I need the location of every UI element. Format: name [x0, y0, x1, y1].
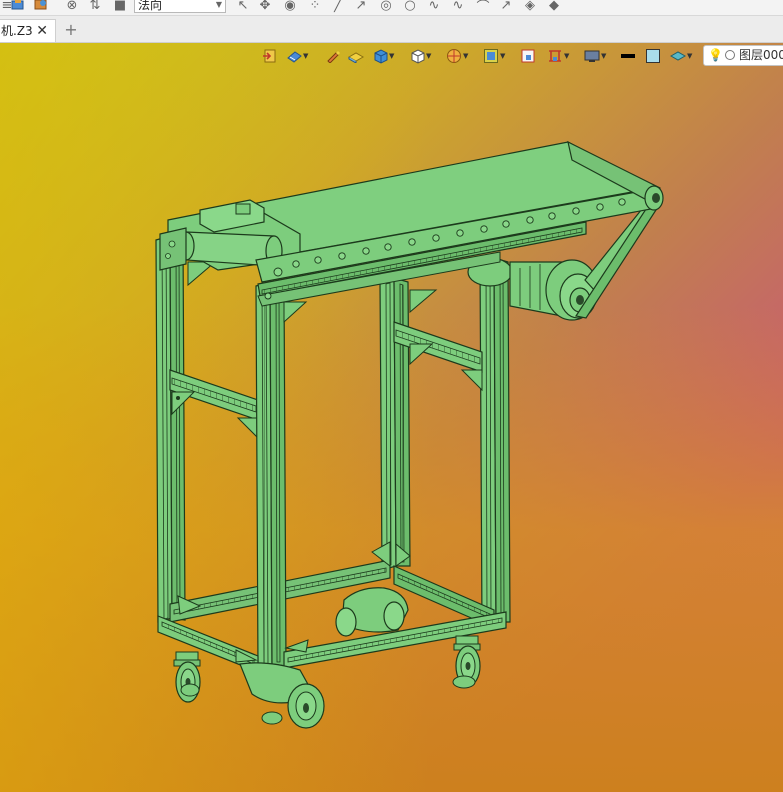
plane-icon[interactable]: ◈ [523, 0, 537, 13]
view-orient-icon[interactable]: ▼ [286, 48, 308, 64]
play-icon[interactable]: ◉ [283, 0, 297, 13]
points-icon[interactable]: ⁘ [308, 0, 322, 13]
surface-icon[interactable]: ◆ [547, 0, 561, 13]
add-tab-button[interactable]: + [63, 19, 79, 41]
curve-icon[interactable]: ∿ [427, 0, 441, 13]
layer-prefix: 图层 [739, 48, 764, 62]
conveyor-model[interactable] [0, 43, 783, 792]
app-window: ≡ ⊗ ⇅ ■ 法向 ▼ ↖ ✥ ◉ ⁘ ╱ ↗ ◎ ○ ∿ ∿ ⌒ ↗ ◈ ◆… [0, 0, 783, 792]
chevron-down-icon: ▼ [215, 0, 222, 9]
solid-cube-icon[interactable]: ▼ [372, 48, 394, 64]
view-direction-value: 法向 [138, 0, 163, 12]
stop-icon[interactable]: ■ [113, 0, 127, 13]
layer-lock-icon[interactable] [725, 50, 735, 60]
ribbon-icon[interactable] [34, 0, 48, 12]
fill-color-icon[interactable] [645, 48, 661, 64]
view-direction-combo[interactable]: 法向 ▼ [134, 0, 226, 13]
line-color-icon[interactable] [620, 48, 636, 64]
leg-front-left [255, 281, 308, 669]
highlight-icon[interactable]: ▼ [483, 48, 505, 64]
document-tab-bar: 机.Z3 ✕ + [0, 16, 783, 43]
layer-value: 0000 [763, 48, 783, 62]
chevron-down-icon: ▼ [303, 52, 309, 60]
section-icon[interactable]: ▼ [446, 48, 468, 64]
layer-style-icon[interactable]: ▼ [670, 48, 692, 64]
pick-icon[interactable]: ✥ [258, 0, 272, 13]
vector-icon[interactable]: ↗ [499, 0, 513, 13]
workplane-icon[interactable]: ▼ [547, 48, 569, 64]
display-icon[interactable]: ▼ [584, 48, 606, 64]
axis-icon[interactable]: ⇅ [88, 0, 102, 13]
view-toolbar: ▼ ▼ ▼ ▼ ▼ ▼ ▼ ▼ 💡 图层00 [258, 44, 783, 68]
leg-front-right [479, 257, 511, 627]
spline-icon[interactable]: ∿ [451, 0, 465, 13]
shade-icon[interactable] [348, 48, 364, 64]
leg-back-left [155, 235, 186, 623]
layers-stack-icon[interactable] [11, 0, 25, 12]
document-tab[interactable]: 机.Z3 ✕ [0, 19, 56, 42]
chevron-down-icon: ▼ [500, 52, 506, 60]
pointer-icon[interactable]: ↖ [236, 0, 250, 13]
chevron-down-icon: ▼ [389, 52, 395, 60]
arrow-line-icon[interactable]: ↗ [354, 0, 368, 13]
bottom-frame [169, 541, 495, 637]
sketch-brush-icon[interactable] [326, 48, 340, 64]
chevron-down-icon: ▼ [463, 52, 469, 60]
graphics-viewport[interactable]: ▼ ▼ ▼ ▼ ▼ ▼ ▼ ▼ 💡 图层00 [0, 43, 783, 792]
document-tab-label: 机.Z3 [1, 24, 33, 38]
command-toolbar: ≡ ⊗ ⇅ ■ 法向 ▼ ↖ ✥ ◉ ⁘ ╱ ↗ ◎ ○ ∿ ∿ ⌒ ↗ ◈ ◆ [0, 0, 783, 16]
line-icon[interactable]: ╱ [331, 0, 345, 13]
close-icon[interactable]: ✕ [36, 20, 48, 42]
chevron-down-icon: ▼ [564, 52, 570, 60]
lightbulb-icon[interactable]: 💡 [708, 46, 723, 65]
circle-icon[interactable]: ◎ [379, 0, 393, 13]
fit-view-icon[interactable] [520, 48, 536, 64]
wire-cube-icon[interactable]: ▼ [409, 48, 431, 64]
polygon-icon[interactable]: ○ [403, 0, 417, 13]
compass-icon[interactable]: ⊗ [65, 0, 79, 13]
arc-icon[interactable]: ⌒ [476, 0, 490, 15]
layer-selector[interactable]: 💡 图层0000 [703, 45, 783, 66]
chevron-down-icon: ▼ [601, 52, 607, 60]
chevron-down-icon: ▼ [426, 52, 432, 60]
chevron-down-icon: ▼ [687, 52, 693, 60]
view-exit-icon[interactable] [262, 48, 276, 64]
